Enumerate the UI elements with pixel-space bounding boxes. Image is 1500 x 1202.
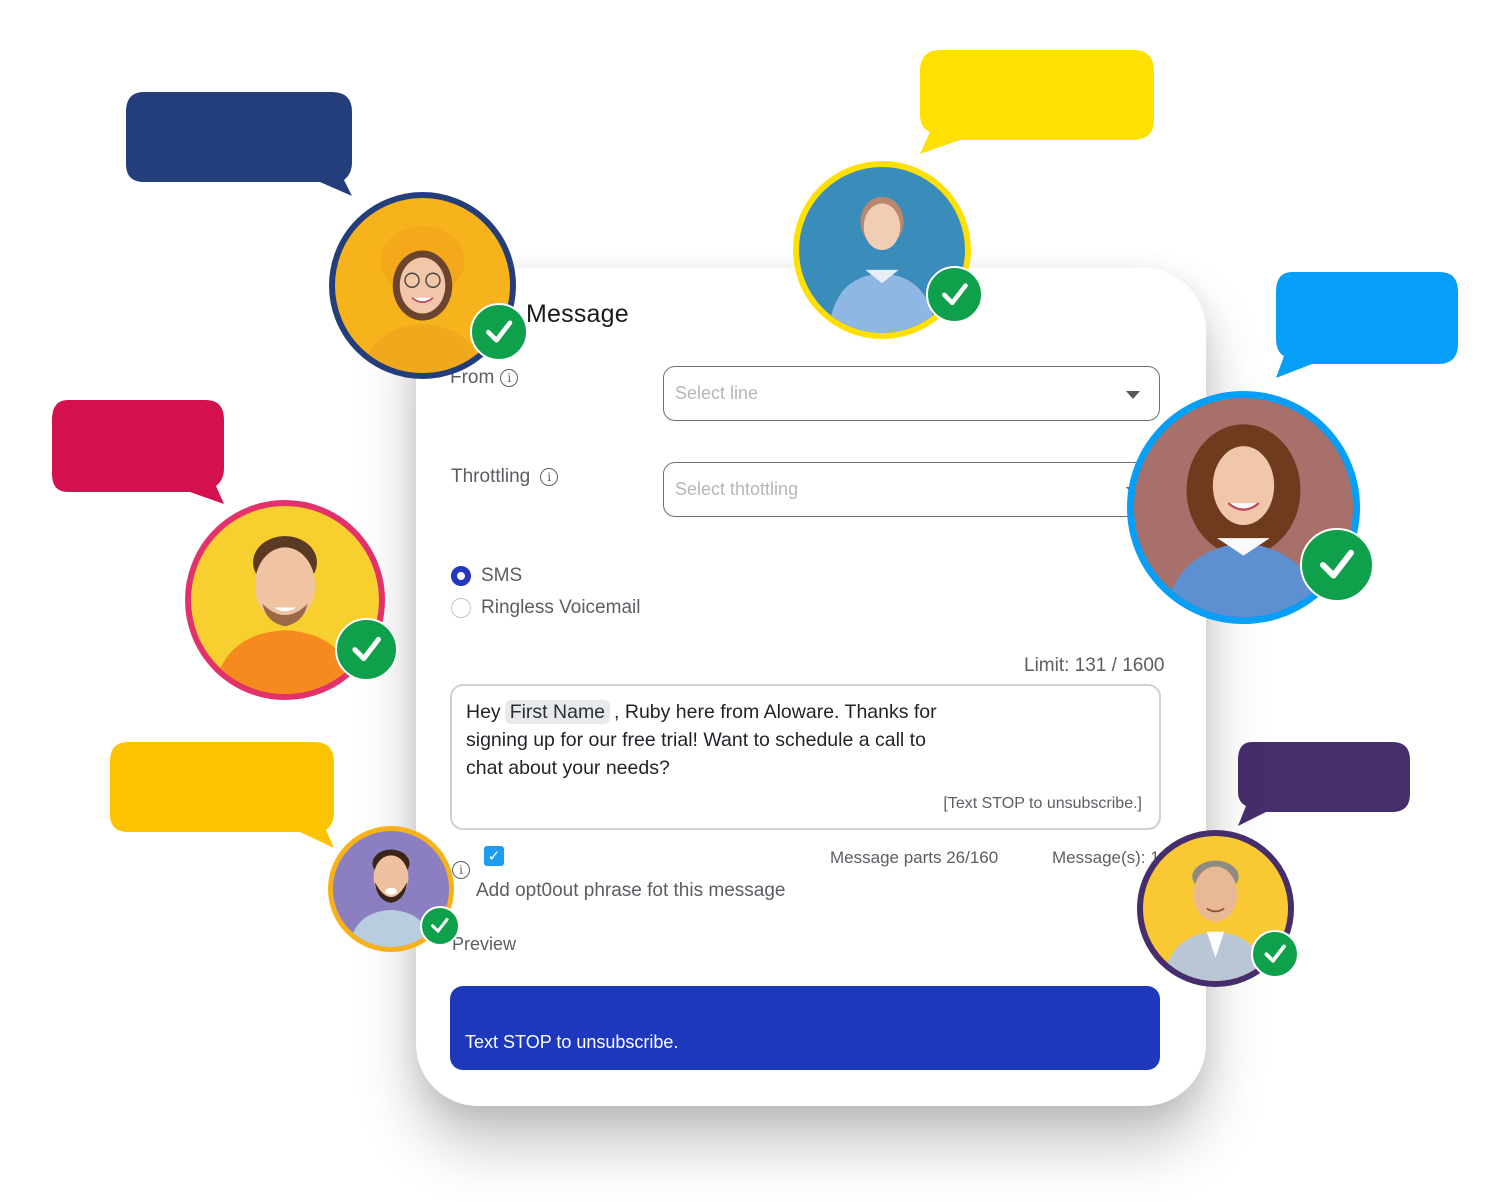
from-line-placeholder: Select line [675,383,759,403]
verified-check-icon [420,906,460,946]
first-name-variable-chip[interactable]: First Name [504,700,611,724]
verified-check-icon [1251,930,1299,978]
optout-tag: [Text STOP to unsubscribe.] [943,795,1142,812]
message-parts: Message parts 26/160 [830,848,999,867]
info-icon[interactable]: i [500,369,519,387]
verified-check-icon [1300,528,1374,602]
radio-ringless-voicemail[interactable]: Ringless Voicemail [451,597,640,619]
verified-check-icon [926,266,983,323]
speech-bubble-purple [1238,742,1410,826]
speech-bubble-navy [126,92,352,196]
speech-bubble-blue [1276,272,1458,378]
speech-bubble-yellow [920,50,1154,154]
radio-button-unselected[interactable] [451,598,471,618]
card-title: Message [526,300,629,328]
from-line-select[interactable]: Select line [663,366,1160,421]
speech-bubble-amber [110,742,334,848]
radio-sms-label: SMS [481,565,523,586]
speech-bubble-magenta [52,400,224,504]
radio-sms[interactable]: SMS [451,565,522,587]
character-limit: Limit: 131 / 1600 [1024,655,1165,676]
info-icon[interactable]: i [452,861,470,879]
info-icon[interactable]: i [540,468,559,486]
throttling-placeholder: Select thtottling [675,479,799,499]
preview-label: Preview [452,934,517,954]
message-text: Hey First Name, Ruby here from Aloware. T… [466,698,966,782]
optout-checkbox[interactable]: ✓ [484,846,504,866]
radio-button-selected[interactable] [451,566,471,586]
preview-text: Text STOP to unsubscribe. [465,1032,679,1052]
verified-check-icon [470,303,528,361]
checkmark-icon: ✓ [487,847,501,865]
messages-count: Message(s): 1 [1052,848,1160,867]
preview-message-bubble: Text STOP to unsubscribe. [450,986,1160,1070]
message-greeting: Hey [466,701,501,723]
radio-ringless-label: Ringless Voicemail [481,597,641,618]
throttling-label: Throttling i [451,466,559,488]
throttling-label-text: Throttling [451,466,531,487]
optout-checkbox-label: Add opt0out phrase fot this message [476,880,786,901]
verified-check-icon [335,618,398,681]
throttling-select[interactable]: Select thtottling [663,462,1160,517]
message-textarea[interactable]: Hey First Name, Ruby here from Aloware. T… [450,684,1161,830]
chevron-down-icon [1126,391,1140,399]
